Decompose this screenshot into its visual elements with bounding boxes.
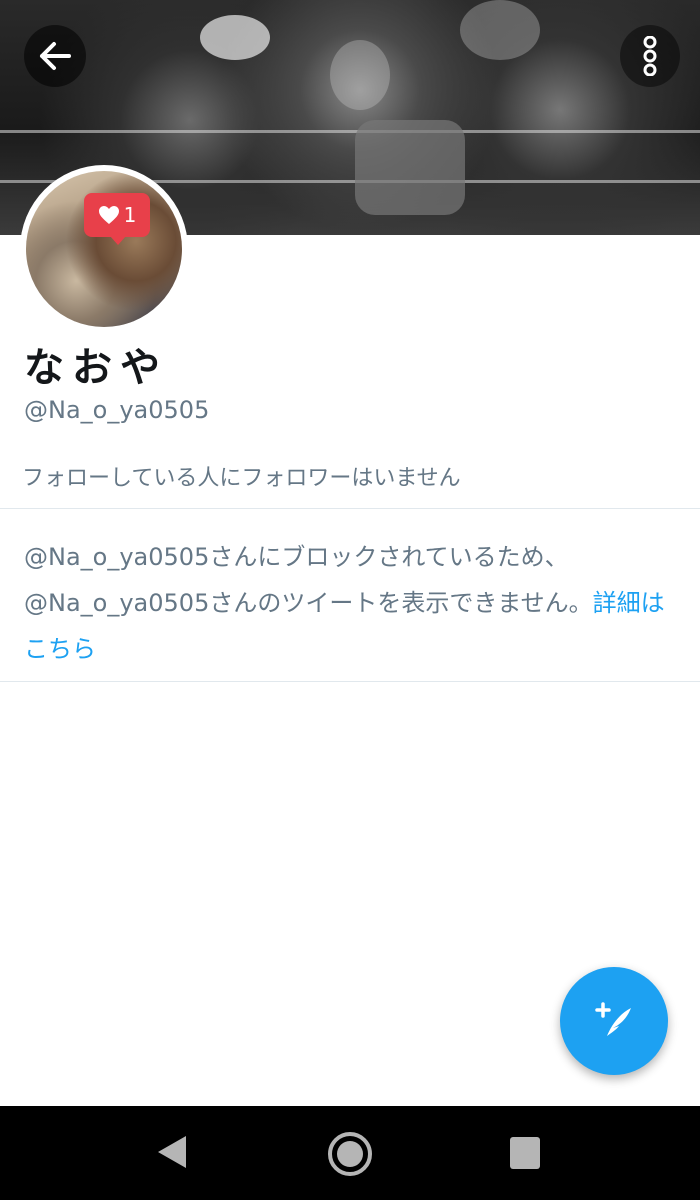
divider: [0, 508, 700, 509]
system-recents-icon[interactable]: [510, 1137, 540, 1169]
blocked-message: @Na_o_ya0505さんにブロックされているため、 @Na_o_ya0505…: [24, 534, 684, 672]
heart-badge: 1: [84, 193, 150, 245]
banner-figure: [355, 120, 465, 215]
compose-tweet-icon: [595, 1002, 631, 1036]
system-home-icon[interactable]: [328, 1132, 372, 1176]
heart-badge-count: 1: [123, 203, 137, 227]
arrow-left-icon: [40, 42, 71, 70]
blocked-message-line2: @Na_o_ya0505さんのツイートを表示できません。詳細はこちら: [24, 580, 684, 672]
avatar[interactable]: 1: [20, 165, 188, 333]
more-vertical-icon: [643, 36, 657, 76]
banner-figure: [460, 0, 540, 60]
banner-rope: [0, 130, 700, 133]
divider: [0, 681, 700, 682]
heart-icon: [98, 206, 119, 224]
blocked-message-text: @Na_o_ya0505さんのツイートを表示できません。: [24, 589, 593, 617]
user-handle: @Na_o_ya0505: [24, 396, 210, 424]
followers-you-know-text: フォローしている人にフォロワーはいません: [22, 466, 461, 491]
system-navigation-bar: [0, 1106, 700, 1200]
banner-figure: [330, 40, 390, 110]
avatar-image: 1: [26, 171, 182, 327]
more-options-button[interactable]: [620, 25, 680, 87]
banner-figure: [200, 15, 270, 60]
compose-tweet-button[interactable]: [560, 967, 668, 1075]
system-back-icon[interactable]: [158, 1136, 186, 1168]
blocked-message-line1: @Na_o_ya0505さんにブロックされているため、: [24, 543, 569, 571]
display-name: なおや: [24, 345, 168, 391]
profile-screen: 1 なおや @Na_o_ya0505 フォローしている人にフォロワーはいません …: [0, 0, 700, 1200]
home-dot: [337, 1141, 363, 1167]
back-button[interactable]: [24, 25, 86, 87]
